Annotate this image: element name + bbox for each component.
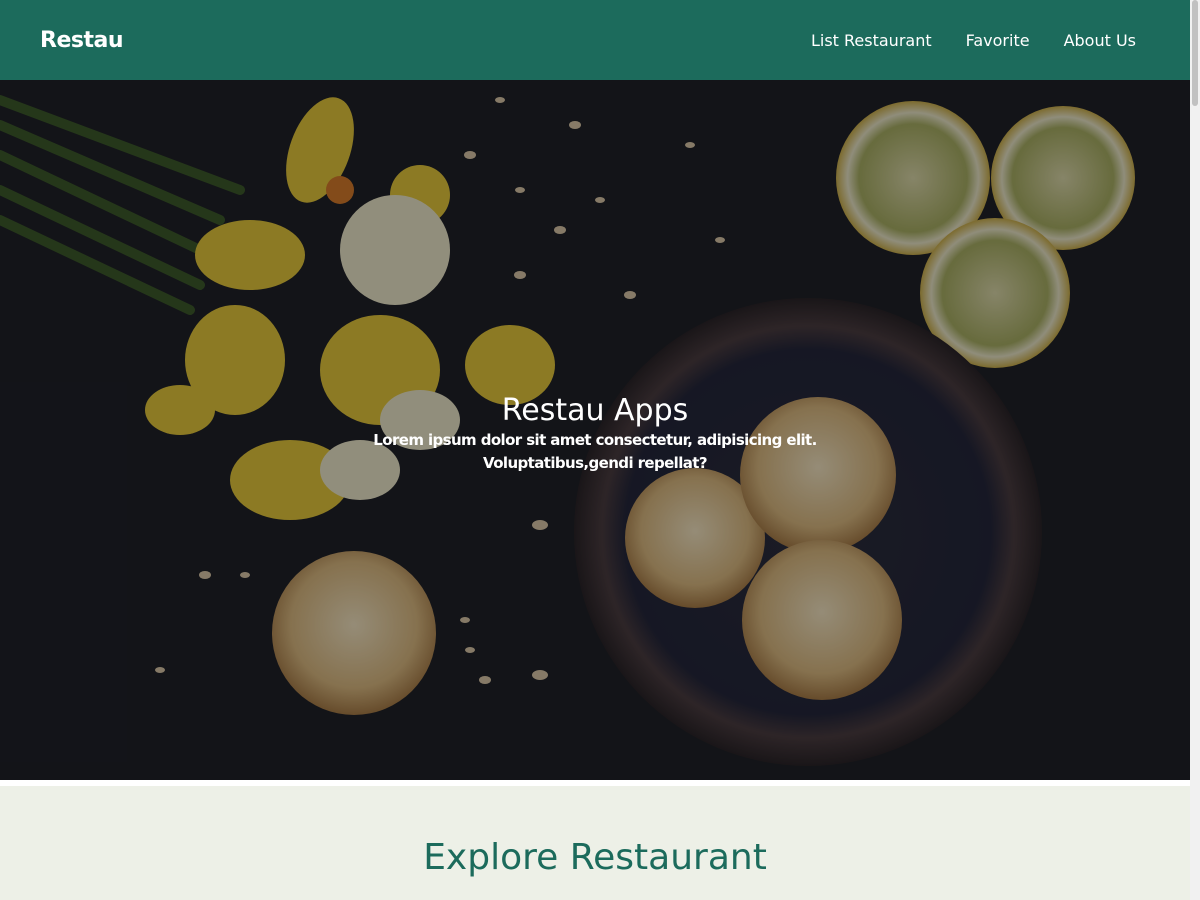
nav-link-list-restaurant[interactable]: List Restaurant [811, 31, 932, 50]
hero-title: Restau Apps [501, 393, 689, 428]
explore-title: Explore Restaurant [423, 837, 767, 878]
scrollbar-thumb[interactable] [1192, 0, 1198, 106]
hero-text: Restau Apps Lorem ipsum dolor sit amet c… [0, 393, 1190, 475]
nav-link-about-us[interactable]: About Us [1064, 31, 1136, 50]
main-nav: List Restaurant Favorite About Us [811, 31, 1136, 50]
app-bar: Restau List Restaurant Favorite About Us [0, 0, 1190, 80]
explore-section: Explore Restaurant [0, 786, 1190, 900]
page: Restau List Restaurant Favorite About Us [0, 0, 1190, 900]
hero-subtitle: Lorem ipsum dolor sit amet consectetur, … [373, 431, 817, 472]
nav-list: List Restaurant Favorite About Us [811, 31, 1136, 50]
nav-item-about-us: About Us [1064, 31, 1136, 50]
brand-logo[interactable]: Restau [40, 28, 123, 53]
nav-link-favorite[interactable]: Favorite [966, 31, 1030, 50]
hero: Restau Apps Lorem ipsum dolor sit amet c… [0, 80, 1190, 780]
nav-item-list-restaurant: List Restaurant [811, 31, 932, 50]
nav-item-favorite: Favorite [966, 31, 1030, 50]
scrollbar[interactable] [1190, 0, 1200, 900]
